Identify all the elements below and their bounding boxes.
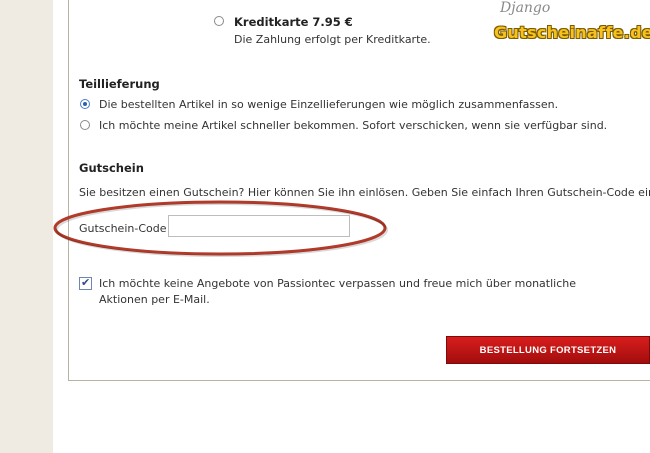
teillieferung-option-fast-label: Ich möchte meine Artikel schneller bekom… (99, 119, 608, 132)
continue-order-button[interactable]: BESTELLUNG FORTSETZEN (446, 336, 650, 364)
left-sidebar-strip (0, 0, 53, 453)
gutschein-heading: Gutschein (79, 161, 144, 175)
kreditkarte-description: Die Zahlung erfolgt per Kreditkarte. (234, 33, 431, 46)
teillieferung-option-combine-radio[interactable] (80, 99, 90, 109)
kreditkarte-radio[interactable] (214, 16, 224, 26)
highlight-ellipse (53, 200, 388, 257)
teillieferung-option-combine-label: Die bestellten Artikel in so wenige Einz… (99, 98, 559, 111)
watermark-signature: Django (500, 0, 551, 16)
teillieferung-heading: Teillieferung (79, 77, 160, 91)
teillieferung-option-fast-radio[interactable] (80, 120, 90, 130)
watermark-logo: Gutscheinaffe.de (494, 23, 650, 42)
newsletter-label: Ich möchte keine Angebote von Passiontec… (99, 277, 577, 306)
kreditkarte-title: Kreditkarte 7.95 € (234, 15, 353, 29)
newsletter-checkbox[interactable] (79, 276, 92, 290)
